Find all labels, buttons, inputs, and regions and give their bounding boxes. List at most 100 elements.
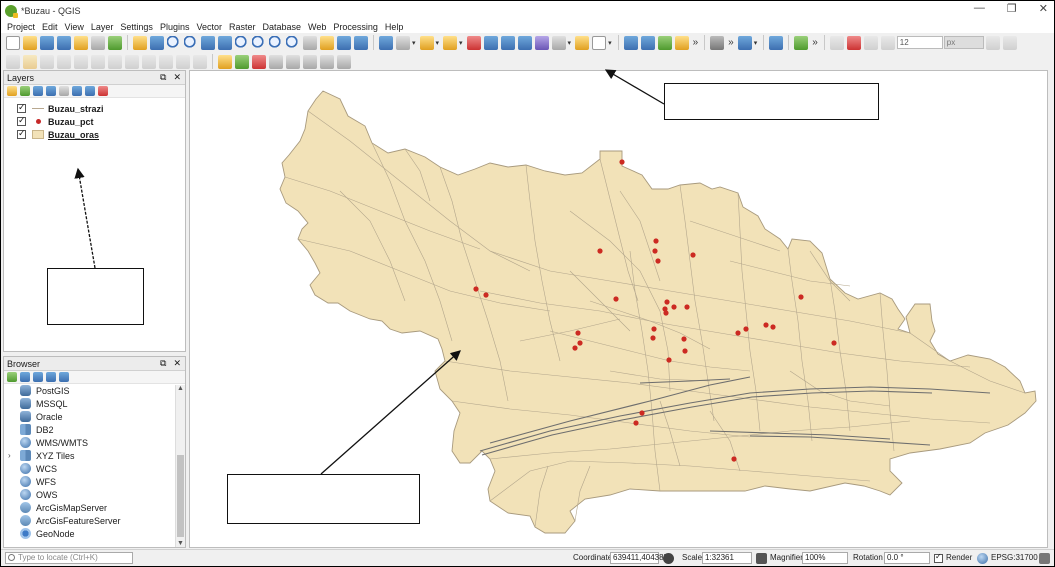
copy-features-icon[interactable] <box>142 54 156 69</box>
statistics-sigma-icon[interactable] <box>534 35 549 50</box>
pin-labels-icon[interactable] <box>252 54 266 69</box>
zoom-in-icon[interactable] <box>167 35 181 50</box>
minimize-button[interactable]: — <box>974 2 985 15</box>
messages-icon[interactable] <box>1039 553 1050 564</box>
run-action-icon[interactable] <box>396 35 410 50</box>
add-selected-layers-icon[interactable] <box>7 372 17 382</box>
label-properties-icon[interactable] <box>337 54 351 69</box>
zoom-out-icon[interactable] <box>184 35 198 50</box>
new-project-icon[interactable] <box>6 35 20 50</box>
close-button[interactable]: ✕ <box>1039 2 1048 15</box>
snapping-units-select[interactable]: px <box>943 36 984 49</box>
new-layer-icon[interactable] <box>674 35 689 50</box>
vertex-tool-icon[interactable] <box>74 54 88 69</box>
toolbox-icon[interactable] <box>517 35 532 50</box>
snapping-magnet-icon[interactable] <box>846 35 861 50</box>
python-console-icon[interactable] <box>737 35 752 50</box>
intersection-icon[interactable] <box>1002 35 1017 50</box>
snapping-vertex-icon[interactable] <box>880 35 895 50</box>
layer-row-city[interactable]: Buzau_oras <box>4 128 185 141</box>
select-features-icon[interactable] <box>419 35 434 50</box>
menu-vector[interactable]: Vector <box>196 22 222 32</box>
identify-features-icon[interactable] <box>379 35 393 50</box>
lock-scale-icon[interactable] <box>756 553 767 564</box>
zoom-native-icon[interactable] <box>269 35 283 50</box>
filter-legend-icon[interactable] <box>46 86 56 96</box>
diagram-tool-icon[interactable] <box>235 54 249 69</box>
filter-browser-icon[interactable] <box>33 372 43 382</box>
toolbar-overflow-1[interactable]: » <box>693 37 699 48</box>
refresh-browser-icon[interactable] <box>20 372 30 382</box>
change-label-icon[interactable] <box>320 54 334 69</box>
browser-item-mssql[interactable]: MSSQL <box>4 397 185 410</box>
new-bookmark-icon[interactable] <box>320 35 334 50</box>
label-tool-icon[interactable] <box>218 54 232 69</box>
scroll-up-icon[interactable]: ▲ <box>177 385 184 392</box>
layer-row-streets[interactable]: Buzau_strazi <box>4 102 185 115</box>
text-annotation-icon[interactable] <box>592 35 607 50</box>
toggle-extents-icon[interactable] <box>663 553 674 564</box>
menu-database[interactable]: Database <box>263 22 302 32</box>
menu-web[interactable]: Web <box>308 22 326 32</box>
add-delimited-text-icon[interactable] <box>657 35 672 50</box>
modify-attributes-icon[interactable] <box>91 54 105 69</box>
browser-item-arcgis-feature[interactable]: ArcGisFeatureServer <box>4 514 185 527</box>
coordinate-field[interactable]: 639411,404385 <box>610 552 668 564</box>
topological-edit-icon[interactable] <box>985 35 1000 50</box>
browser-item-db2[interactable]: DB2 <box>4 423 185 436</box>
select-by-value-icon[interactable] <box>443 35 458 50</box>
locator-search-input[interactable]: Type to locate (Ctrl+K) <box>5 552 133 564</box>
zoom-rubberband-icon[interactable] <box>201 35 215 50</box>
add-group-icon[interactable] <box>20 86 30 96</box>
add-vector-layer-icon[interactable] <box>623 35 638 50</box>
open-project-icon[interactable] <box>23 35 37 50</box>
render-checkbox[interactable] <box>934 552 943 563</box>
redo-icon[interactable] <box>193 54 207 69</box>
scale-select[interactable]: 1:32361 <box>702 552 752 564</box>
manage-visibility-icon[interactable] <box>33 86 43 96</box>
collapse-all-icon[interactable] <box>85 86 95 96</box>
snapping-type-icon[interactable] <box>863 35 878 50</box>
add-raster-layer-icon[interactable] <box>640 35 655 50</box>
scroll-down-icon[interactable]: ▼ <box>177 540 184 547</box>
rotate-label-icon[interactable] <box>303 54 317 69</box>
add-feature-icon[interactable] <box>57 54 71 69</box>
layer-row-points[interactable]: Buzau_pct <box>4 115 185 128</box>
close-panel-icon[interactable]: ✕ <box>173 72 181 83</box>
crs-label[interactable]: EPSG:31700 <box>991 552 1038 564</box>
map-tips-icon[interactable] <box>575 35 590 50</box>
browser-item-ows[interactable]: OWS <box>4 488 185 501</box>
toolbar-overflow-3[interactable]: » <box>812 37 818 48</box>
collapse-browser-icon[interactable] <box>46 372 56 382</box>
gps-icon[interactable] <box>710 35 725 50</box>
remove-layer-icon[interactable] <box>98 86 108 96</box>
menu-layer[interactable]: Layer <box>91 22 114 32</box>
menu-processing[interactable]: Processing <box>333 22 378 32</box>
menu-project[interactable]: Project <box>7 22 35 32</box>
move-label-icon[interactable] <box>286 54 300 69</box>
paste-features-icon[interactable] <box>159 54 173 69</box>
zoom-full-icon[interactable] <box>218 35 232 50</box>
cut-features-icon[interactable] <box>125 54 139 69</box>
menu-view[interactable]: View <box>65 22 84 32</box>
layer-visibility-checkbox[interactable] <box>17 115 26 126</box>
browser-item-wfs[interactable]: WFS <box>4 475 185 488</box>
menu-settings[interactable]: Settings <box>120 22 153 32</box>
field-calculator-icon[interactable] <box>500 35 515 50</box>
menu-plugins[interactable]: Plugins <box>160 22 190 32</box>
zoom-last-icon[interactable] <box>286 35 300 50</box>
browser-item-geonode[interactable]: GeoNode <box>4 527 185 540</box>
filter-expression-icon[interactable] <box>59 86 69 96</box>
snapping-tolerance-input[interactable]: 12 <box>896 36 943 49</box>
browser-scrollbar[interactable]: ▲ ▼ <box>175 385 185 547</box>
menu-help[interactable]: Help <box>385 22 404 32</box>
save-project-icon[interactable] <box>40 35 54 50</box>
crs-globe-icon[interactable] <box>977 553 988 564</box>
browser-item-oracle[interactable]: Oracle <box>4 410 185 423</box>
properties-icon[interactable] <box>59 372 69 382</box>
show-bookmarks-icon[interactable] <box>337 35 351 50</box>
expand-arrow-icon[interactable]: › <box>8 451 11 460</box>
save-edits-icon[interactable] <box>40 54 54 69</box>
print-layout-icon[interactable] <box>74 35 88 50</box>
measure-icon[interactable] <box>551 35 566 50</box>
